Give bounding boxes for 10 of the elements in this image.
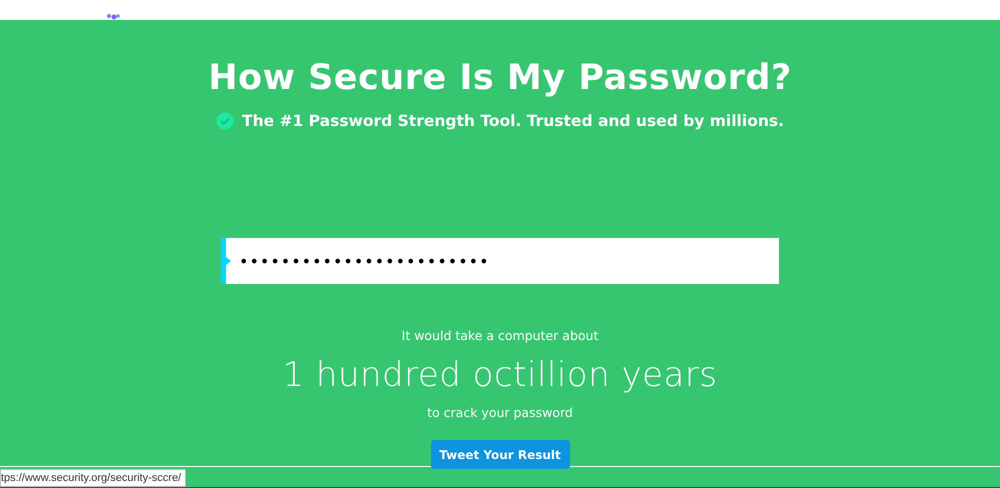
page-title: How Secure Is My Password? [208,58,792,98]
caret-marker-icon [221,238,233,284]
tagline: The #1 Password Strength Tool. Trusted and used by millions. [242,112,784,130]
result-outro: to crack your password [427,405,573,420]
crack-time: 1 hundred octillion years [282,355,718,395]
verified-badge-icon [216,112,234,130]
password-field[interactable]: •••••••••••••••••••••••• [219,236,781,286]
result-intro: It would take a computer about [402,328,598,343]
status-url: tps://www.security.org/security-sccre/ [0,469,186,487]
logo-icon [106,14,120,20]
